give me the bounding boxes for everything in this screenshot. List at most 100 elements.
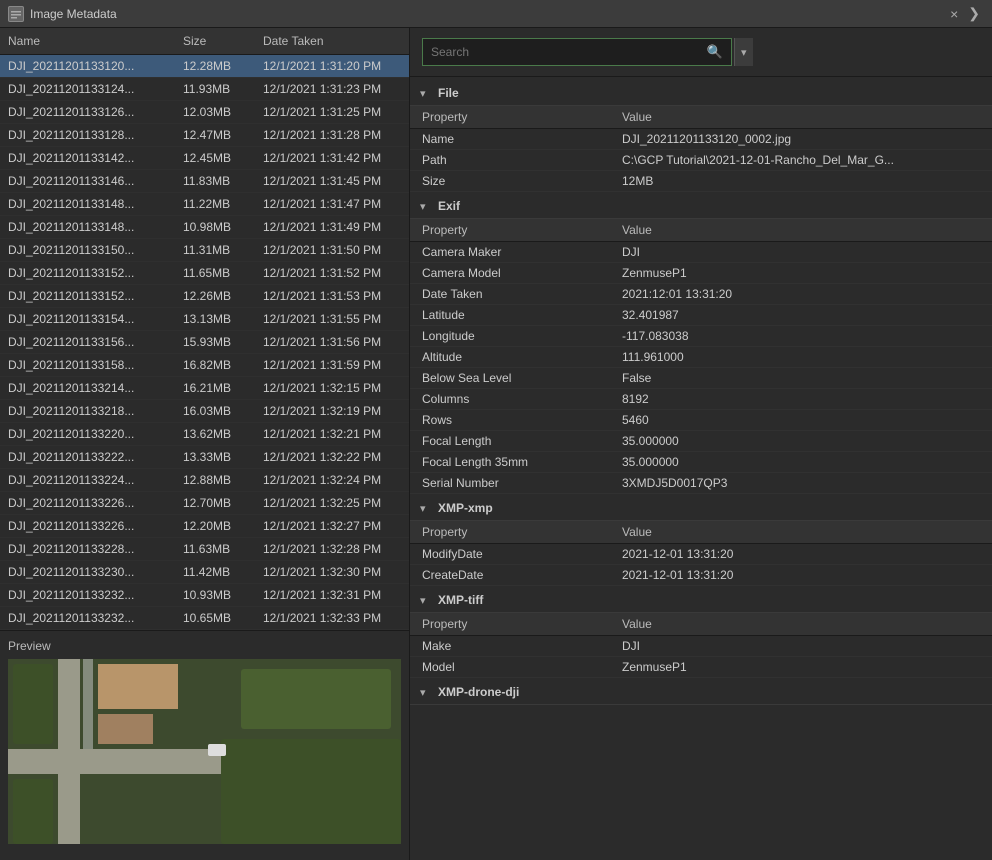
file-row[interactable]: DJI_20211201133226... 12.70MB 12/1/2021 … — [0, 492, 409, 515]
file-row[interactable]: DJI_20211201133142... 12.45MB 12/1/2021 … — [0, 147, 409, 170]
value-cell: 32.401987 — [610, 305, 992, 326]
value-cell: 111.961000 — [610, 347, 992, 368]
section-header-xmp-xmp[interactable]: ▾ XMP-xmp — [410, 496, 992, 521]
file-row[interactable]: DJI_20211201133218... 16.03MB 12/1/2021 … — [0, 400, 409, 423]
file-row-date: 12/1/2021 1:31:59 PM — [255, 356, 409, 374]
metadata-content[interactable]: ▾ File Property Value Name DJI_202112011… — [410, 77, 992, 860]
value-cell: ZenmuseP1 — [610, 657, 992, 678]
file-row-size: 13.13MB — [175, 310, 255, 328]
file-row-date: 12/1/2021 1:31:47 PM — [255, 195, 409, 213]
file-row[interactable]: DJI_20211201133214... 16.21MB 12/1/2021 … — [0, 377, 409, 400]
file-row-name: DJI_20211201133128... — [0, 126, 175, 144]
file-row-date: 12/1/2021 1:32:19 PM — [255, 402, 409, 420]
file-row-date: 12/1/2021 1:32:21 PM — [255, 425, 409, 443]
file-row-size: 13.62MB — [175, 425, 255, 443]
file-row[interactable]: DJI_20211201133232... 10.65MB 12/1/2021 … — [0, 607, 409, 630]
file-row[interactable]: DJI_20211201133222... 13.33MB 12/1/2021 … — [0, 446, 409, 469]
property-cell: Focal Length — [410, 431, 610, 452]
th-value-xmp-xmp: Value — [610, 521, 992, 544]
section-title-xmp-drone-dji: XMP-drone-dji — [438, 685, 519, 699]
file-row-size: 10.98MB — [175, 218, 255, 236]
file-row[interactable]: DJI_20211201133228... 11.63MB 12/1/2021 … — [0, 538, 409, 561]
file-row-size: 11.83MB — [175, 172, 255, 190]
section-title-file: File — [438, 86, 459, 100]
file-row[interactable]: DJI_20211201133128... 12.47MB 12/1/2021 … — [0, 124, 409, 147]
file-row-date: 12/1/2021 1:31:25 PM — [255, 103, 409, 121]
expand-arrow[interactable]: ❯ — [968, 5, 984, 22]
file-list-container: Name Size Date Taken DJI_20211201133120.… — [0, 28, 409, 630]
file-row-name: DJI_20211201133146... — [0, 172, 175, 190]
file-row[interactable]: DJI_20211201133120... 12.28MB 12/1/2021 … — [0, 55, 409, 78]
th-property-file: Property — [410, 106, 610, 129]
section-header-exif[interactable]: ▾ Exif — [410, 194, 992, 219]
file-row[interactable]: DJI_20211201133148... 10.98MB 12/1/2021 … — [0, 216, 409, 239]
table-row: Model ZenmuseP1 — [410, 657, 992, 678]
file-row-name: DJI_20211201133158... — [0, 356, 175, 374]
table-row: Focal Length 35mm 35.000000 — [410, 452, 992, 473]
search-bar: 🔍 ▾ — [410, 28, 992, 77]
file-row-name: DJI_20211201133232... — [0, 586, 175, 604]
value-cell: DJI_20211201133120_0002.jpg — [610, 129, 992, 150]
property-cell: CreateDate — [410, 565, 610, 586]
table-row: Camera Maker DJI — [410, 242, 992, 263]
file-row[interactable]: DJI_20211201133126... 12.03MB 12/1/2021 … — [0, 101, 409, 124]
file-row[interactable]: DJI_20211201133148... 11.22MB 12/1/2021 … — [0, 193, 409, 216]
meta-table-exif: Property Value Camera Maker DJI Camera M… — [410, 219, 992, 494]
file-row-size: 11.42MB — [175, 563, 255, 581]
value-cell: 35.000000 — [610, 431, 992, 452]
search-input[interactable] — [431, 45, 703, 59]
file-row-name: DJI_20211201133214... — [0, 379, 175, 397]
file-row[interactable]: DJI_20211201133226... 12.20MB 12/1/2021 … — [0, 515, 409, 538]
file-row[interactable]: DJI_20211201133152... 11.65MB 12/1/2021 … — [0, 262, 409, 285]
right-panel: 🔍 ▾ ▾ File Property Value Name DJI_20211… — [410, 28, 992, 860]
file-row[interactable]: DJI_20211201133150... 11.31MB 12/1/2021 … — [0, 239, 409, 262]
search-dropdown-button[interactable]: ▾ — [734, 38, 753, 66]
file-row-name: DJI_20211201133152... — [0, 287, 175, 305]
section-header-xmp-drone-dji[interactable]: ▾ XMP-drone-dji — [410, 680, 992, 705]
file-row-date: 12/1/2021 1:32:24 PM — [255, 471, 409, 489]
file-row[interactable]: DJI_20211201133156... 15.93MB 12/1/2021 … — [0, 331, 409, 354]
th-value-xmp-tiff: Value — [610, 613, 992, 636]
main-layout: Name Size Date Taken DJI_20211201133120.… — [0, 28, 992, 860]
property-cell: Focal Length 35mm — [410, 452, 610, 473]
value-cell: 8192 — [610, 389, 992, 410]
value-cell: DJI — [610, 242, 992, 263]
value-cell: 12MB — [610, 171, 992, 192]
file-row-size: 11.63MB — [175, 540, 255, 558]
value-cell: 2021-12-01 13:31:20 — [610, 565, 992, 586]
search-icon: 🔍 — [707, 44, 723, 60]
file-list-scroll[interactable]: DJI_20211201133120... 12.28MB 12/1/2021 … — [0, 55, 409, 630]
file-row-size: 12.88MB — [175, 471, 255, 489]
file-row-name: DJI_20211201133230... — [0, 563, 175, 581]
file-row-date: 12/1/2021 1:32:33 PM — [255, 609, 409, 627]
file-row[interactable]: DJI_20211201133232... 10.93MB 12/1/2021 … — [0, 584, 409, 607]
search-wrapper: 🔍 — [422, 38, 732, 66]
file-row-name: DJI_20211201133120... — [0, 57, 175, 75]
file-row[interactable]: DJI_20211201133220... 13.62MB 12/1/2021 … — [0, 423, 409, 446]
meta-section-xmp-drone-dji: ▾ XMP-drone-dji — [410, 680, 992, 705]
collapse-icon-xmp-drone-dji: ▾ — [420, 686, 432, 699]
meta-table-xmp-xmp: Property Value ModifyDate 2021-12-01 13:… — [410, 521, 992, 586]
file-row[interactable]: DJI_20211201133146... 11.83MB 12/1/2021 … — [0, 170, 409, 193]
file-row-size: 12.26MB — [175, 287, 255, 305]
section-title-xmp-xmp: XMP-xmp — [438, 501, 493, 515]
file-row[interactable]: DJI_20211201133224... 12.88MB 12/1/2021 … — [0, 469, 409, 492]
file-row[interactable]: DJI_20211201133158... 16.82MB 12/1/2021 … — [0, 354, 409, 377]
table-row: Focal Length 35.000000 — [410, 431, 992, 452]
file-row-size: 11.65MB — [175, 264, 255, 282]
file-row-name: DJI_20211201133220... — [0, 425, 175, 443]
column-header-date: Date Taken — [255, 32, 409, 50]
file-row[interactable]: DJI_20211201133154... 13.13MB 12/1/2021 … — [0, 308, 409, 331]
file-row-size: 10.93MB — [175, 586, 255, 604]
file-row[interactable]: DJI_20211201133124... 11.93MB 12/1/2021 … — [0, 78, 409, 101]
file-row-size: 12.70MB — [175, 494, 255, 512]
file-row[interactable]: DJI_20211201133152... 12.26MB 12/1/2021 … — [0, 285, 409, 308]
property-cell: Longitude — [410, 326, 610, 347]
file-row-name: DJI_20211201133226... — [0, 494, 175, 512]
section-header-xmp-tiff[interactable]: ▾ XMP-tiff — [410, 588, 992, 613]
file-row-size: 11.31MB — [175, 241, 255, 259]
property-cell: Camera Model — [410, 263, 610, 284]
close-button[interactable]: × — [946, 6, 962, 22]
file-row[interactable]: DJI_20211201133230... 11.42MB 12/1/2021 … — [0, 561, 409, 584]
section-header-file[interactable]: ▾ File — [410, 81, 992, 106]
